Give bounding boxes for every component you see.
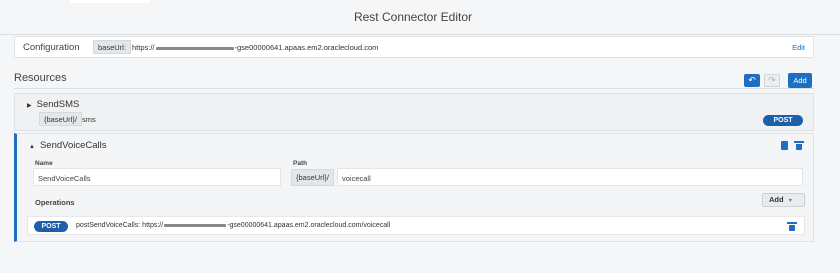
caret-right-icon[interactable]: ▶ <box>27 103 32 109</box>
undo-icon[interactable]: ↶ <box>744 74 760 87</box>
method-badge: POST <box>34 221 68 232</box>
base-url-suffix: -gse00000641.apaas.em2.oraclecloud.com <box>234 43 379 52</box>
add-operation-label: Add <box>769 195 784 204</box>
copy-icon[interactable] <box>781 141 788 150</box>
redo-icon[interactable]: ↷ <box>764 74 780 87</box>
resource-panel-sendvoicecalls: ▲ SendVoiceCalls Name SendVoiceCalls Path… <box>14 133 814 242</box>
resource-header[interactable]: ▶ SendSMS <box>27 99 79 110</box>
configuration-bar: Configuration baseUrl: https:// -gse00000… <box>14 36 814 58</box>
trash-icon[interactable] <box>794 141 804 150</box>
tab-indicator <box>70 0 150 3</box>
resource-path: sms <box>82 115 96 124</box>
name-field[interactable]: SendVoiceCalls <box>33 168 281 186</box>
configuration-label: Configuration <box>23 42 80 53</box>
operation-name: postSendVoiceCalls: <box>76 222 141 229</box>
resource-header[interactable]: ▲ SendVoiceCalls <box>29 140 107 151</box>
add-resource-button[interactable]: Add <box>788 73 812 88</box>
chevron-down-icon: ▼ <box>787 198 794 204</box>
operation-text: postSendVoiceCalls: https:// -gse00000641… <box>76 222 390 229</box>
name-label: Name <box>35 160 53 167</box>
divider <box>14 88 814 89</box>
base-url-tag: {baseUrl}/ <box>39 112 82 126</box>
base-url-tag: {baseUrl}/ <box>291 169 334 186</box>
resource-name: SendVoiceCalls <box>39 140 107 151</box>
base-url-tag: baseUrl: <box>93 40 131 54</box>
resource-name: SendSMS <box>36 99 80 110</box>
resources-title: Resources <box>14 72 67 84</box>
trash-icon[interactable] <box>787 222 797 231</box>
base-url-value: https:// -gse00000641.apaas.em2.oracleclo… <box>132 43 378 52</box>
base-url-prefix: https:// <box>132 43 155 52</box>
method-badge: POST <box>763 115 803 126</box>
window-title: Rest Connector Editor <box>353 10 473 24</box>
add-operation-dropdown[interactable]: Add ▼ <box>762 193 805 207</box>
operation-row[interactable]: POST postSendVoiceCalls: https:// -gse000… <box>27 216 805 235</box>
path-field[interactable]: voicecall <box>337 168 803 186</box>
path-label: Path <box>293 160 308 167</box>
redaction-mark <box>155 46 234 50</box>
edit-link[interactable]: Edit <box>792 43 805 52</box>
operation-url-suffix: -gse00000641.apaas.em2.oraclecloud.com/v… <box>227 222 391 229</box>
redaction-mark <box>164 223 227 227</box>
caret-down-icon[interactable]: ▲ <box>29 144 35 150</box>
operation-url-prefix: https:// <box>142 222 164 229</box>
resource-panel-sendsms[interactable]: ▶ SendSMS {baseUrl}/ sms POST <box>14 93 814 131</box>
operations-label: Operations <box>35 198 75 207</box>
